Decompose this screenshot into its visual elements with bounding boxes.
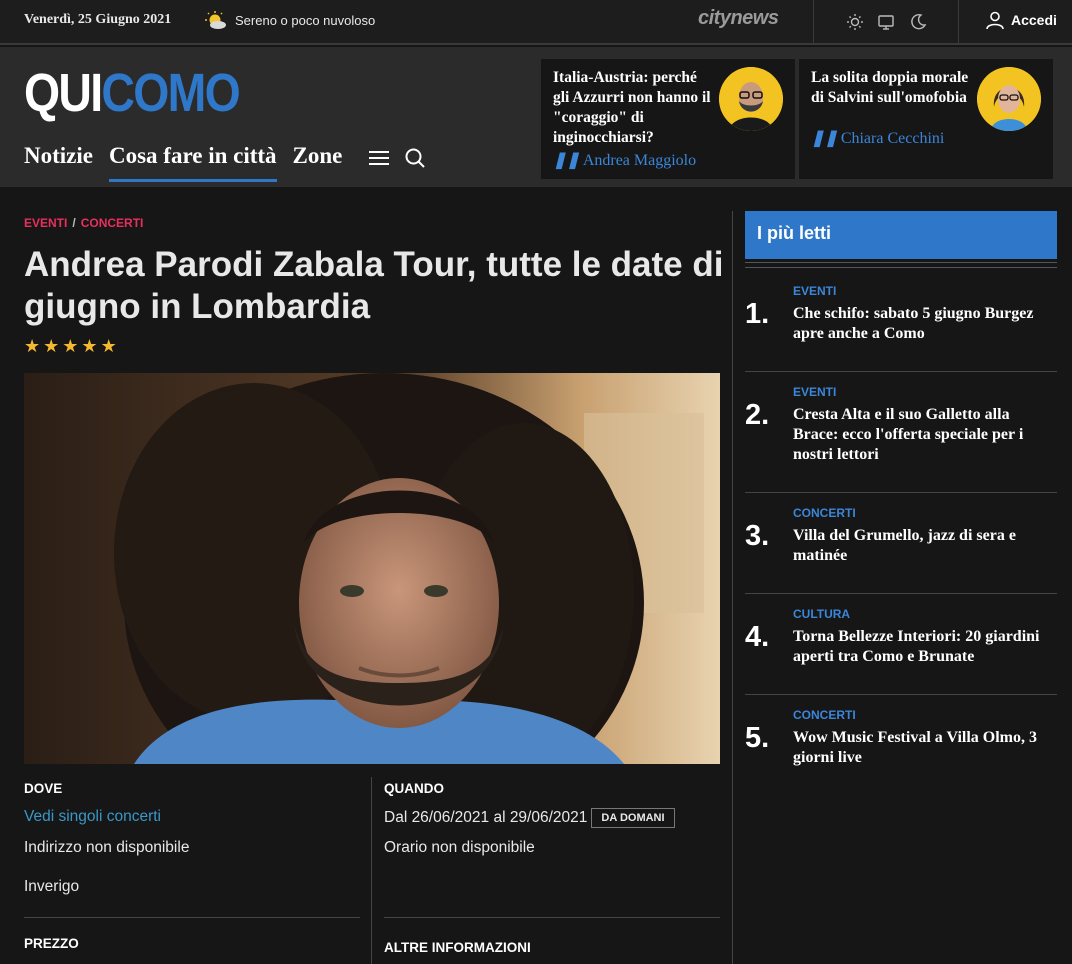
breadcrumb-eventi[interactable]: EVENTI [24, 216, 67, 230]
rank-number: 2. [745, 399, 770, 431]
user-icon [986, 11, 1004, 30]
divider [745, 593, 1057, 594]
address-text: Indirizzo non disponibile [24, 839, 190, 856]
site-header: QUICOMO Notizie Cosa fare in città Zone … [0, 47, 1072, 187]
divider [24, 917, 360, 918]
menu-icon[interactable] [368, 147, 390, 169]
rank-title[interactable]: Cresta Alta e il suo Galletto alla Brace… [793, 405, 1057, 465]
nav-cosa-fare[interactable]: Cosa fare in città [108, 143, 277, 182]
divider [745, 492, 1057, 493]
altre-info-label: ALTRE INFORMAZIONI [384, 940, 531, 955]
nav-notizie[interactable]: Notizie [24, 143, 93, 179]
divider [384, 917, 720, 918]
divider [371, 777, 372, 964]
site-logo[interactable]: QUICOMO [24, 63, 241, 123]
light-mode-icon[interactable] [845, 12, 865, 32]
login-label: Accedi [1011, 12, 1057, 28]
login-button[interactable]: Accedi [985, 10, 1057, 30]
logo-qui: QUI [24, 63, 103, 123]
most-read-header: I più letti [745, 211, 1057, 259]
rank-number: 4. [745, 621, 770, 653]
author-avatar [719, 67, 783, 131]
dove-label: DOVE [24, 781, 63, 796]
dates-row: Dal 26/06/2021 al 29/06/2021 DA DOMANI [384, 808, 675, 828]
breadcrumb: EVENTI / CONCERTI [24, 216, 144, 230]
opinion-author: ❚❚ Chiara Cecchini [811, 130, 945, 147]
rank-number: 1. [745, 298, 770, 330]
divider [813, 0, 814, 45]
star-icon: ★ [43, 336, 60, 356]
rank-title[interactable]: Torna Bellezze Interiori: 20 giardini ap… [793, 627, 1057, 667]
rating-stars: ★ ★ ★ ★ ★ [24, 336, 117, 356]
rank-category[interactable]: EVENTI [793, 385, 836, 399]
opinion-author: ❚❚ Andrea Maggiolo [553, 152, 697, 169]
sun-cloud-icon [205, 11, 226, 29]
quando-label: QUANDO [384, 781, 444, 796]
divider [745, 262, 1057, 268]
star-icon: ★ [24, 336, 41, 356]
main-nav: Notizie Cosa fare in città Zone [24, 143, 440, 182]
rank-category[interactable]: CULTURA [793, 607, 850, 621]
dove-link[interactable]: Vedi singoli concerti [24, 808, 161, 826]
hours-text: Orario non disponibile [384, 839, 535, 856]
author-avatar [977, 67, 1041, 131]
system-mode-icon[interactable] [876, 12, 896, 32]
column-divider [732, 211, 733, 964]
rank-number: 5. [745, 722, 770, 754]
dark-mode-icon[interactable] [908, 12, 928, 32]
logo-como: COMO [101, 63, 240, 123]
prezzo-label: PREZZO [24, 936, 79, 951]
rank-category[interactable]: CONCERTI [793, 708, 856, 722]
breadcrumb-concerti[interactable]: CONCERTI [81, 216, 144, 230]
rank-title[interactable]: Wow Music Festival a Villa Olmo, 3 giorn… [793, 728, 1057, 768]
opinion-title: La solita doppia morale di Salvini sull'… [811, 69, 969, 106]
divider [958, 0, 959, 45]
rank-title[interactable]: Che schifo: sabato 5 giugno Burgez apre … [793, 304, 1057, 344]
article-photo [24, 373, 720, 764]
divider [745, 694, 1057, 695]
divider [745, 371, 1057, 372]
top-bar: Venerdì, 25 Giugno 2021 Sereno o poco nu… [0, 0, 1072, 45]
rank-number: 3. [745, 520, 770, 552]
current-date: Venerdì, 25 Giugno 2021 [24, 12, 172, 27]
nav-zone[interactable]: Zone [293, 143, 343, 179]
place-text: Inverigo [24, 878, 80, 895]
da-domani-badge: DA DOMANI [591, 808, 675, 828]
opinion-card[interactable]: La solita doppia morale di Salvini sull'… [799, 59, 1053, 179]
star-icon: ★ [62, 336, 79, 356]
search-icon[interactable] [404, 147, 426, 169]
opinion-title: Italia-Austria: perché gli Azzurri non h… [553, 69, 711, 146]
rank-title[interactable]: Villa del Grumello, jazz di sera e matin… [793, 526, 1057, 566]
star-icon: ★ [100, 336, 117, 356]
opinion-card[interactable]: Italia-Austria: perché gli Azzurri non h… [541, 59, 795, 179]
article-title: Andrea Parodi Zabala Tour, tutte le date… [24, 245, 724, 326]
star-icon: ★ [81, 336, 98, 356]
rank-category[interactable]: EVENTI [793, 284, 836, 298]
weather-text: Sereno o poco nuvoloso [235, 13, 376, 28]
citynews-logo[interactable]: citynews [698, 7, 779, 30]
dates-text: Dal 26/06/2021 al 29/06/2021 [384, 809, 588, 826]
rank-category[interactable]: CONCERTI [793, 506, 856, 520]
